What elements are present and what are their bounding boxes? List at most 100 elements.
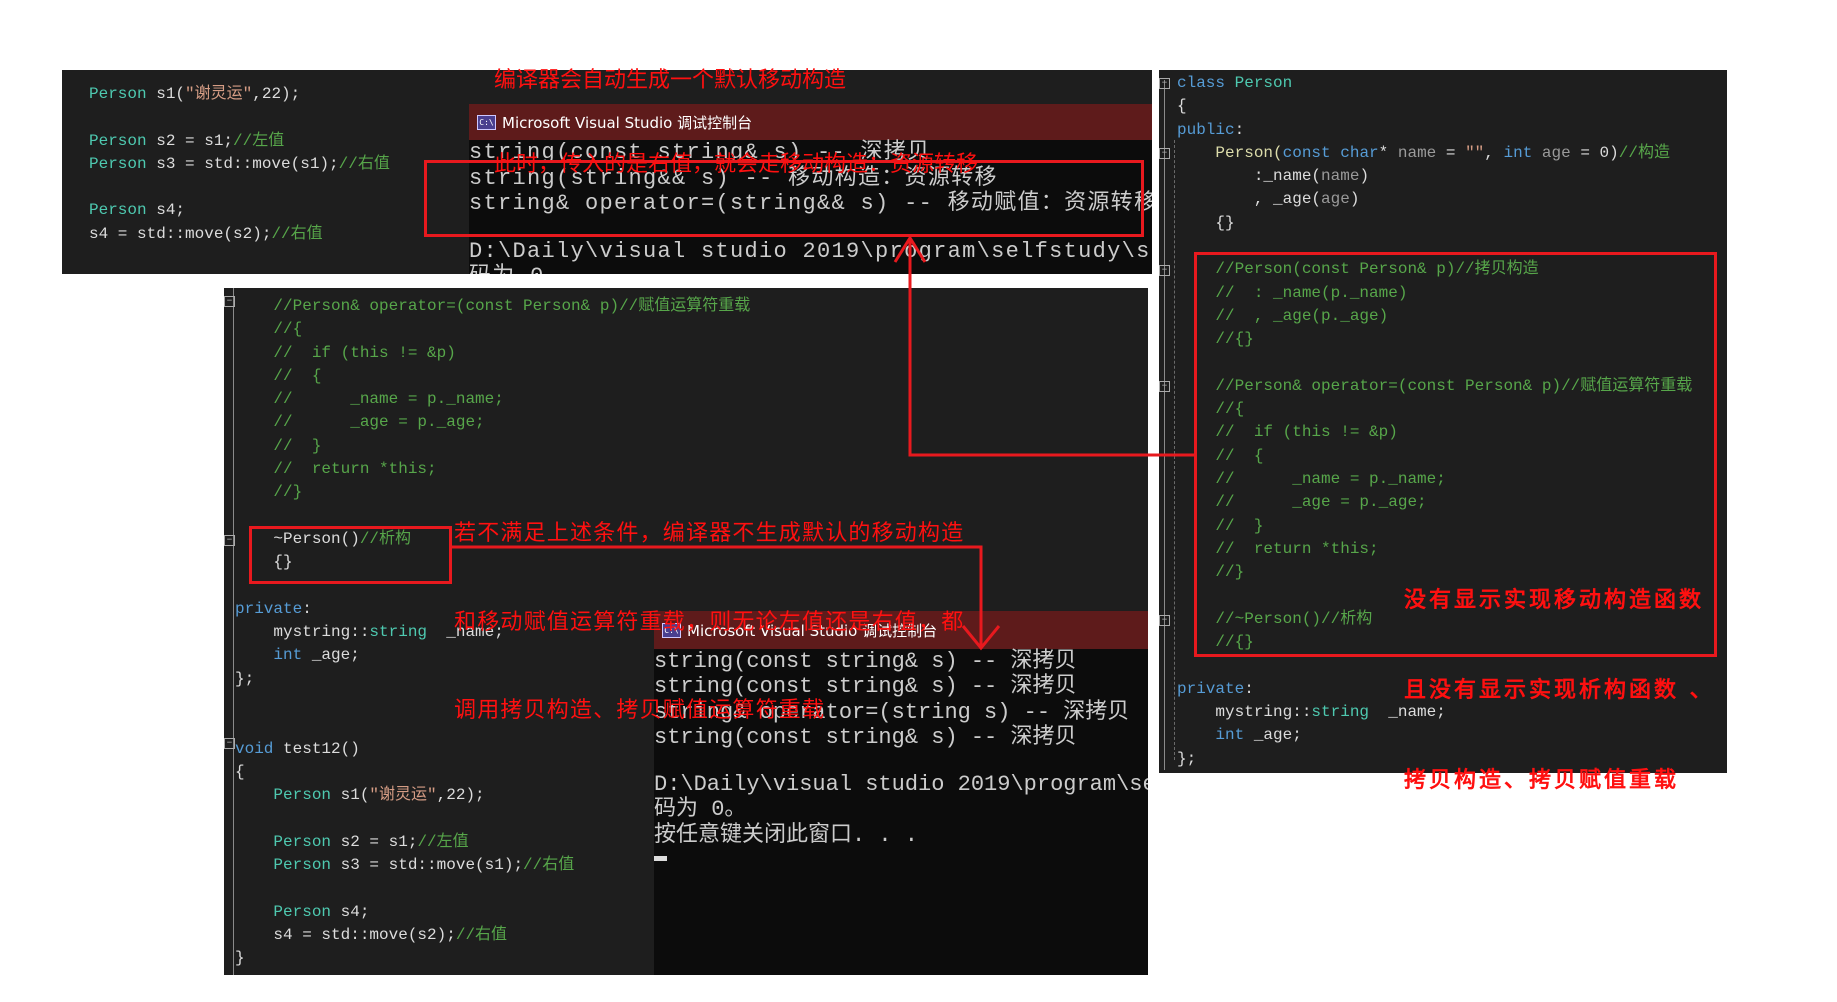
code-token: // { (235, 366, 322, 385)
code-token: // _name = p._name; (235, 390, 504, 409)
code-token: public (1177, 120, 1235, 139)
code-line: Person(const char* name = "", int age = … (1177, 142, 1692, 165)
fold-toggle[interactable]: − (224, 738, 235, 749)
code-token: s3 = std::move(s1); (331, 856, 524, 875)
code-line: // if (this != &p) (235, 342, 750, 365)
code-token: Person (273, 902, 332, 921)
code-token: // } (235, 436, 322, 455)
code-token: //构造 (1618, 143, 1670, 162)
code-line: s4 = std::move(s2);//右值 (89, 223, 390, 246)
code-token: s4; (331, 902, 370, 921)
fold-toggle[interactable]: − (224, 535, 235, 546)
annotation-line: 拷贝构造、拷贝赋值重载 (1404, 767, 1680, 793)
code-token: ) (1359, 167, 1370, 186)
code-line: // _name = p._name; (235, 388, 750, 411)
annotation-top: 编译器会自动生成一个默认移动构造 此时，传入的是右值，就会走移动构造：资源转移 (494, 11, 978, 207)
code-token: "" (1465, 143, 1485, 162)
code-token: : (302, 599, 312, 618)
code-line: public: (1177, 119, 1692, 142)
code-token: s4 = std::move(s2); (89, 224, 272, 243)
code-line: { (1177, 95, 1692, 118)
code-lines: Person s1("谢灵运",22); Person s2 = s1;//左值 P… (89, 83, 390, 246)
code-line: , _age(age) (1177, 188, 1692, 211)
code-token: //右值 (523, 856, 575, 875)
code-token: , _age( (1177, 190, 1322, 209)
code-token: //右值 (455, 926, 508, 945)
code-line: //Person& operator=(const Person& p)//赋值… (235, 295, 750, 318)
code-token: Person (89, 201, 147, 220)
code-token: }; (1177, 749, 1197, 768)
code-token: = 0) (1570, 143, 1619, 162)
fold-toggle[interactable]: − (1159, 148, 1170, 159)
code-token: // return *this; (235, 460, 437, 479)
code-token: "谢灵运" (185, 85, 253, 103)
annotation-middle: 若不满足上述条件，编译器不生成默认的移动构造 和移动赋值运算符重载，则无论左值还… (454, 460, 964, 755)
code-token: Person (1234, 74, 1293, 92)
code-token: Person( (1177, 143, 1283, 162)
code-token: //左值 (233, 131, 285, 150)
code-token: mystring:: (235, 623, 370, 642)
code-token: //{ (235, 320, 303, 339)
fold-toggle[interactable]: − (1159, 381, 1170, 392)
code-token: private (235, 599, 303, 618)
annotation-right: 没有显示实现移动构造函数 且没有显示实现析构函数 、 拷贝构造、拷贝赋值重载 (1404, 525, 1715, 825)
console-line: 按任意键关闭此窗口. . . (654, 822, 919, 848)
fold-toggle[interactable]: − (1159, 78, 1170, 89)
code-token: // if (this != &p) (235, 343, 456, 362)
code-token: s4; (146, 201, 186, 220)
code-token: s4 = std::move(s2); (235, 926, 456, 945)
fold-toggle[interactable]: − (1159, 615, 1170, 626)
code-token: const (1282, 143, 1331, 162)
code-token: Person (89, 131, 147, 150)
code-token: { (235, 762, 245, 781)
code-token: int (273, 646, 303, 665)
code-token: private (1177, 679, 1245, 698)
code-token: Person (273, 856, 332, 875)
code-line: Person s2 = s1;//左值 (89, 130, 390, 153)
annotation-line: 调用拷贝构造、拷贝赋值运算符重载 (454, 698, 826, 723)
code-token: // _age = p._age; (235, 413, 485, 432)
console-line: D:\Daily\visual studio 2019\program\se (654, 772, 1148, 798)
code-token: , (1484, 143, 1504, 162)
annotation-line: 且没有显示实现析构函数 、 (1404, 677, 1715, 703)
code-line: // _age = p._age; (235, 411, 750, 434)
code-token: ) (1349, 190, 1360, 209)
code-token: mystring:: (1177, 703, 1312, 722)
code-token: { (1177, 97, 1187, 116)
console-line: D:\Daily\visual studio 2019\program\self… (469, 238, 1152, 264)
annotation-line: 和移动赋值运算符重载，则无论左值还是右值，都 (454, 609, 965, 635)
code-token: test12() (273, 739, 360, 758)
code-line: Person s4; (89, 199, 390, 222)
code-token: //右值 (271, 224, 323, 243)
code-token: name (1321, 167, 1360, 186)
code-line: // } (235, 435, 750, 458)
code-token: : (1244, 679, 1254, 698)
code-token: }; (235, 669, 255, 688)
code-token: Person (273, 786, 332, 805)
code-token: char (1340, 143, 1379, 162)
fold-toggle[interactable]: − (1159, 265, 1170, 276)
code-line: :_name(name) (1177, 165, 1692, 188)
console-line: 码为 0。 (654, 797, 747, 823)
code-token: //Person& operator=(const Person& p)//赋值… (235, 297, 751, 315)
gutter-guide (233, 288, 234, 975)
code-token: int (1215, 726, 1245, 745)
code-token: _age; (1244, 726, 1302, 745)
code-token: age (1541, 143, 1571, 162)
code-token: s2 = s1; (146, 131, 234, 150)
code-token: //左值 (417, 832, 469, 851)
code-line: Person s3 = std::move(s1);//右值 (89, 153, 390, 176)
code-token: } (235, 949, 245, 968)
fold-toggle[interactable]: − (224, 296, 235, 307)
code-token: :_name( (1177, 167, 1322, 186)
code-line: class Person (1177, 72, 1692, 95)
code-token: s1( (331, 786, 370, 805)
